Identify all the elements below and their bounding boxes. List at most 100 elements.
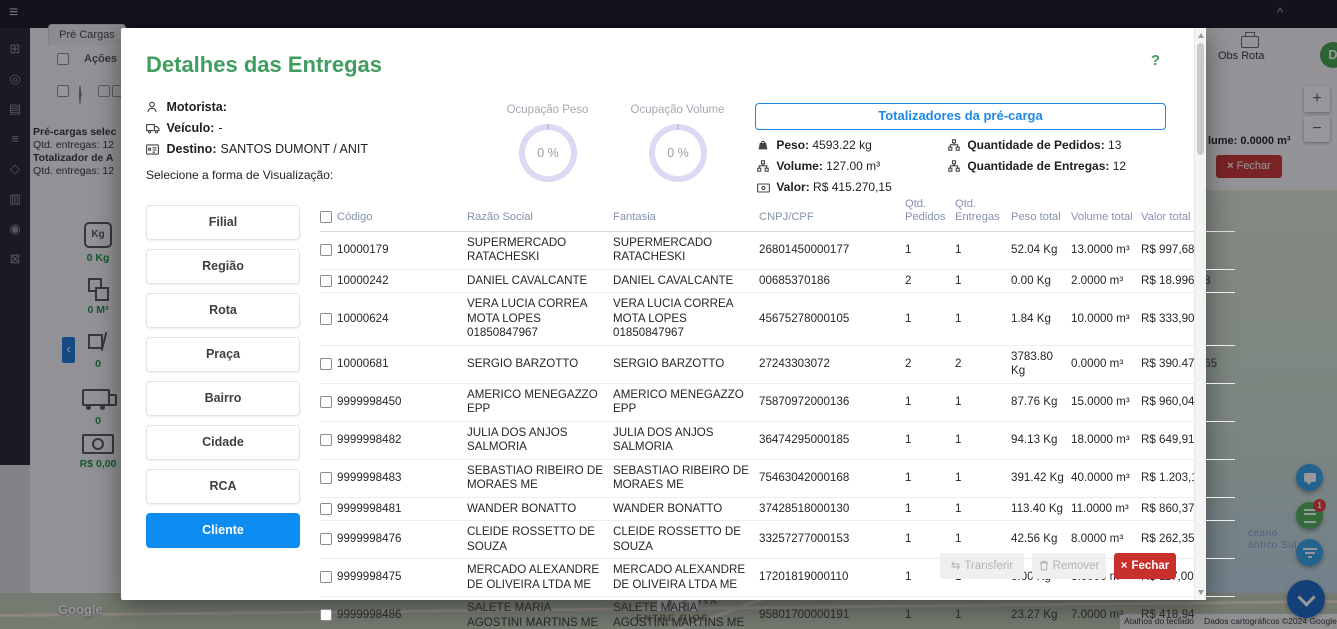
row-checkbox[interactable]: [320, 609, 332, 621]
column-header: Razão Social: [467, 198, 613, 231]
cell-peso_total: 3783.80 Kg: [1011, 345, 1071, 383]
deliveries-icon: [948, 160, 964, 175]
cell-qtd_pedidos: 1: [905, 497, 955, 520]
cell-qtd_entregas: 1: [955, 421, 1011, 459]
view-button-2[interactable]: Região: [146, 249, 300, 284]
cell-valor_total: R$ 333,90: [1141, 293, 1235, 345]
cell-cnpj_cpf: 00685370186: [759, 269, 905, 292]
close-modal-button[interactable]: ×Fechar: [1114, 553, 1176, 579]
cell-cnpj_cpf: 45675278000105: [759, 293, 905, 345]
select-all-checkbox[interactable]: [320, 211, 332, 223]
close-icon: ×: [1121, 560, 1128, 572]
cell-razao_social: CLEIDE ROSSETTO DE SOUZA: [467, 521, 613, 559]
banknote-icon: [757, 182, 773, 196]
total-volume: Volume: 127.00 m³: [757, 159, 880, 175]
cell-fantasia: MERCADO ALEXANDRE DE OLIVEIRA LTDA ME: [613, 559, 759, 597]
scroll-down-arrow[interactable]: [1198, 590, 1204, 595]
row-checkbox[interactable]: [320, 358, 332, 370]
orders-icon: [948, 139, 964, 154]
cell-razao_social: WANDER BONATTO: [467, 497, 613, 520]
cell-fantasia: SALETE MARIA AGOSTINI MARTINS ME: [613, 597, 759, 629]
id-card-icon: [146, 144, 163, 158]
modal-scrollbar[interactable]: [1194, 28, 1206, 600]
cell-fantasia: AMERICO MENEGAZZO EPP: [613, 383, 759, 421]
table-row: 10000242DANIEL CAVALCANTEDANIEL CAVALCAN…: [320, 269, 1235, 292]
cell-cnpj_cpf: 17201819000110: [759, 559, 905, 597]
cell-codigo: 9999998483: [320, 459, 467, 497]
cell-codigo: 9999998475: [320, 559, 467, 597]
table-row: 9999998483SEBASTIAO RIBEIRO DE MORAES ME…: [320, 459, 1235, 497]
row-checkbox[interactable]: [320, 396, 332, 408]
cell-codigo: 9999998486: [320, 597, 467, 629]
table-row: 9999998450AMERICO MENEGAZZO EPPAMERICO M…: [320, 383, 1235, 421]
column-header: Valor total: [1141, 198, 1235, 231]
view-button-6[interactable]: Cidade: [146, 425, 300, 460]
cell-volume_total: 10.0000 m³: [1071, 293, 1141, 345]
transfer-button[interactable]: ⇆Transferir: [940, 553, 1024, 579]
view-button-3[interactable]: Rota: [146, 293, 300, 328]
cell-peso_total: 0.00 Kg: [1011, 269, 1071, 292]
scrollbar-thumb[interactable]: [1197, 43, 1204, 155]
cell-qtd_pedidos: 1: [905, 421, 955, 459]
cell-cnpj_cpf: 75870972000136: [759, 383, 905, 421]
cell-volume_total: 7.0000 m³: [1071, 597, 1141, 629]
select-view-label: Selecione a forma de Visualização:: [146, 168, 333, 182]
modal-title: Detalhes das Entregas: [146, 52, 382, 78]
cell-fantasia: JULIA DOS ANJOS SALMORIA: [613, 421, 759, 459]
column-header: Fantasia: [613, 198, 759, 231]
cell-valor_total: R$ 1.203,13: [1141, 459, 1235, 497]
cell-cnpj_cpf: 27243303072: [759, 345, 905, 383]
cell-cnpj_cpf: 75463042000168: [759, 459, 905, 497]
cell-razao_social: DANIEL CAVALCANTE: [467, 269, 613, 292]
truck-icon: [146, 122, 163, 137]
cell-razao_social: SERGIO BARZOTTO: [467, 345, 613, 383]
gauge-volume: 0 %: [649, 124, 707, 182]
row-checkbox[interactable]: [320, 275, 332, 287]
scroll-up-arrow[interactable]: [1198, 33, 1204, 38]
view-button-7[interactable]: RCA: [146, 469, 300, 504]
help-icon[interactable]: ?: [1151, 52, 1160, 69]
column-header: Volume total: [1071, 198, 1141, 231]
destination-row: Destino:SANTOS DUMONT / ANIT: [146, 142, 368, 158]
view-button-8[interactable]: Cliente: [146, 513, 300, 548]
cell-qtd_entregas: 1: [955, 293, 1011, 345]
gauge-weight-label: Ocupação Peso: [485, 104, 610, 116]
view-button-5[interactable]: Bairro: [146, 381, 300, 416]
total-pedidos: Quantidade de Pedidos: 13: [948, 138, 1121, 154]
cell-codigo: 10000624: [320, 293, 467, 345]
row-checkbox[interactable]: [320, 434, 332, 446]
cell-razao_social: SALETE MARIA AGOSTINI MARTINS ME: [467, 597, 613, 629]
gauge-weight: 0 %: [519, 124, 577, 182]
cell-qtd_pedidos: 2: [905, 269, 955, 292]
cell-codigo: 10000681: [320, 345, 467, 383]
view-button-4[interactable]: Praça: [146, 337, 300, 372]
trash-icon: [1039, 560, 1049, 571]
cell-volume_total: 40.0000 m³: [1071, 459, 1141, 497]
view-button-1[interactable]: Filial: [146, 205, 300, 240]
row-checkbox[interactable]: [320, 571, 332, 583]
cell-qtd_entregas: 1: [955, 597, 1011, 629]
cell-codigo: 9999998481: [320, 497, 467, 520]
cell-fantasia: DANIEL CAVALCANTE: [613, 269, 759, 292]
row-checkbox[interactable]: [320, 503, 332, 515]
gauge-volume-label: Ocupação Volume: [615, 104, 740, 116]
cell-qtd_pedidos: 2: [905, 345, 955, 383]
cell-qtd_pedidos: 1: [905, 231, 955, 269]
row-checkbox[interactable]: [320, 313, 332, 325]
vehicle-row: Veículo:-: [146, 121, 223, 137]
row-checkbox[interactable]: [320, 533, 332, 545]
row-checkbox[interactable]: [320, 244, 332, 256]
row-checkbox[interactable]: [320, 472, 332, 484]
totals-header-button[interactable]: Totalizadores da pré-carga: [755, 103, 1166, 130]
cell-volume_total: 2.0000 m³: [1071, 269, 1141, 292]
cell-razao_social: JULIA DOS ANJOS SALMORIA: [467, 421, 613, 459]
table-row: 9999998486SALETE MARIA AGOSTINI MARTINS …: [320, 597, 1235, 629]
view-button-list: Filial Região Rota Praça Bairro Cidade RCA Clie…: [146, 205, 300, 557]
cell-valor_total: R$ 418,94: [1141, 597, 1235, 629]
remove-button[interactable]: Remover: [1032, 553, 1106, 579]
cell-razao_social: VERA LUCIA CORREA MOTA LOPES 01850847967: [467, 293, 613, 345]
cell-cnpj_cpf: 33257277000153: [759, 521, 905, 559]
total-peso: Peso: 4593.22 kg: [757, 138, 872, 154]
table-row: 9999998482JULIA DOS ANJOS SALMORIAJULIA …: [320, 421, 1235, 459]
cell-qtd_pedidos: 1: [905, 383, 955, 421]
